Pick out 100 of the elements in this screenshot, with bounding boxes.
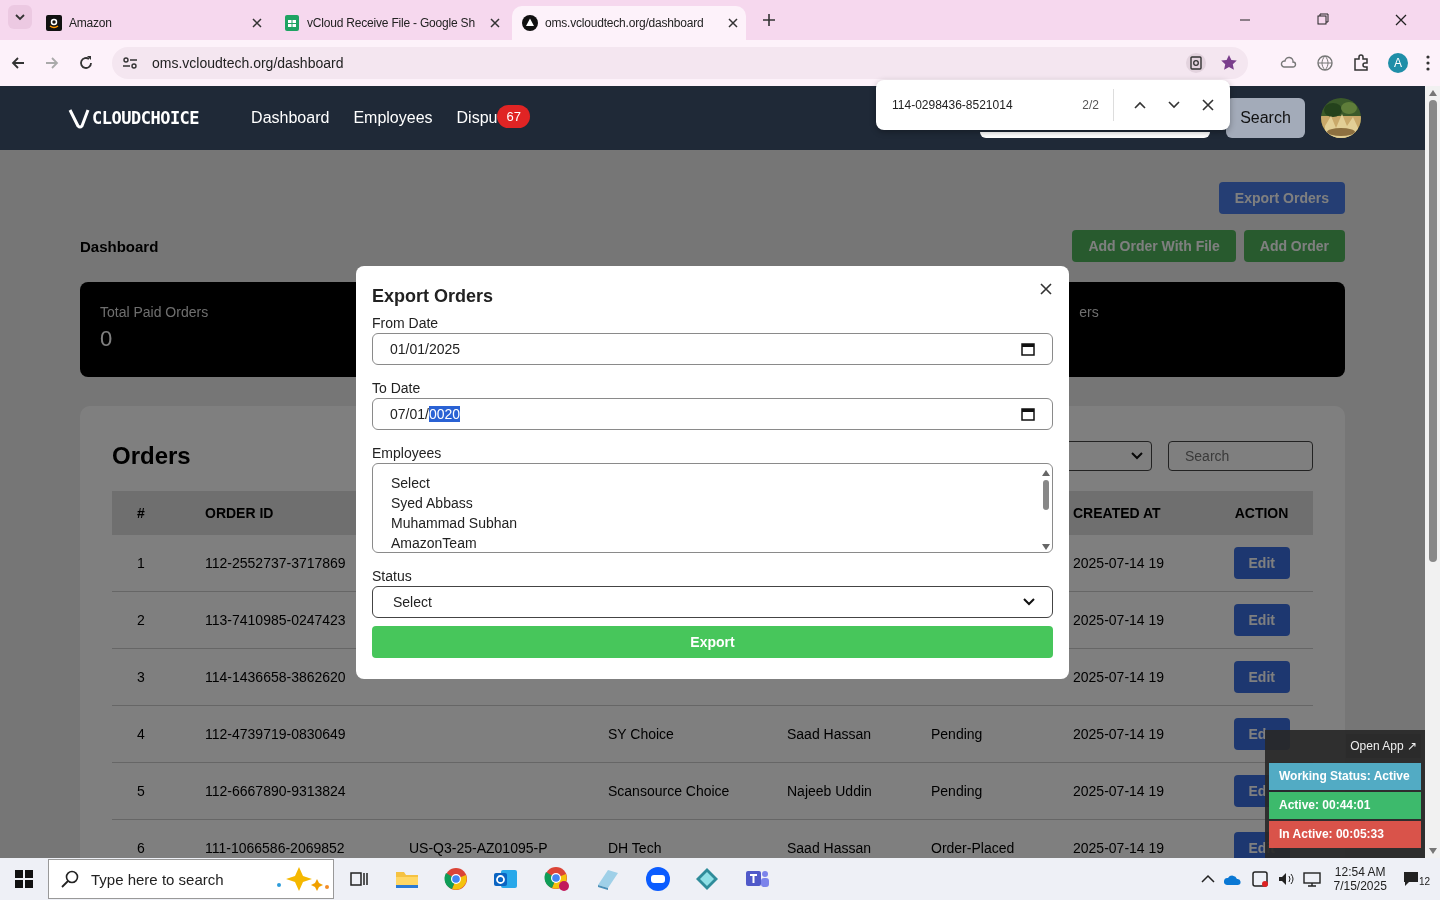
employee-list[interactable]: Select Syed Abbass Muhammad Subhan AmazonTeam: [372, 463, 1053, 553]
column-header: CREATED AT: [1073, 505, 1161, 521]
match-count: 2/2: [1082, 98, 1099, 112]
table-cell: 2: [137, 612, 145, 628]
nav-link[interactable]: Dispu: [456, 109, 498, 127]
mail-app-icon[interactable]: [493, 867, 519, 891]
table-cell: 111-1066586-2069852: [205, 840, 345, 856]
extensions-icon[interactable]: [1352, 54, 1370, 72]
table-cell: Pending: [931, 726, 983, 742]
search-button[interactable]: Search: [1226, 98, 1305, 138]
close-icon[interactable]: [728, 18, 738, 28]
table-cell: Saad Hassan: [787, 726, 872, 742]
reload-icon[interactable]: [78, 55, 94, 71]
diamond-app-icon[interactable]: [695, 867, 719, 891]
page-search-icon[interactable]: [1186, 53, 1206, 73]
list-option[interactable]: Muhammad Subhan: [391, 513, 1040, 533]
tab-list-button[interactable]: [8, 5, 32, 29]
close-icon[interactable]: [1039, 282, 1053, 296]
table-cell: Scansource Choice: [608, 783, 730, 799]
nav-link[interactable]: Dashboard: [251, 109, 330, 127]
list-option[interactable]: Syed Abbass: [391, 493, 1040, 513]
browser-tab[interactable]: oms.vcloudtech.org/dashboard: [512, 6, 746, 40]
windows-start-icon[interactable]: [15, 870, 33, 888]
browser-tab[interactable]: vCloud Receive File - Google Sh: [274, 6, 508, 40]
scroll-down-icon[interactable]: [1042, 544, 1050, 550]
search-icon: [61, 870, 79, 888]
address-bar[interactable]: oms.vcloudtech.org/dashboard: [112, 47, 1248, 79]
column-header: ORDER ID: [205, 505, 274, 521]
table-cell: 3: [137, 669, 145, 685]
next-match-icon[interactable]: [1168, 101, 1180, 109]
column-header: ACTION: [1234, 505, 1289, 521]
globe-icon[interactable]: [1316, 54, 1334, 72]
date-field[interactable]: 01/01/2025: [372, 333, 1053, 365]
status-bar: Active: 00:44:01: [1269, 792, 1421, 819]
table-cell: US-Q3-25-AZ01095-P: [409, 840, 548, 856]
close-icon[interactable]: [490, 18, 500, 28]
table-cell: 113-7410985-0247423: [205, 612, 346, 628]
find-query[interactable]: 114-0298436-8521014: [892, 98, 1083, 112]
logo-mark-icon: [68, 107, 90, 129]
field-label: From Date: [372, 314, 440, 333]
calendar-icon[interactable]: [1021, 342, 1035, 356]
table-cell: 2025-07-14 19: [1073, 555, 1165, 571]
chat-bubble-icon: [1402, 871, 1419, 887]
site-settings-icon[interactable]: [122, 55, 138, 71]
table-cell: SY Choice: [608, 726, 674, 742]
close-icon[interactable]: [1202, 99, 1214, 111]
notifications-button[interactable]: 12: [1402, 871, 1430, 887]
count-badge: 67: [497, 104, 530, 128]
table-cell: 112-4739719-0830649: [205, 726, 346, 742]
table-cell: 112-2552737-3717869: [205, 555, 346, 571]
search-field[interactable]: Search: [1168, 441, 1313, 471]
list-option[interactable]: Select: [391, 473, 1040, 493]
scroll-up-icon[interactable]: [1428, 90, 1437, 96]
table-cell: 2025-07-14 19: [1073, 840, 1165, 856]
scrollbar-thumb[interactable]: [1043, 480, 1049, 510]
spreadsheet-icon: [284, 15, 300, 31]
star-icon[interactable]: [1220, 54, 1238, 72]
calendar-icon[interactable]: [1021, 407, 1035, 421]
stat-label: ers: [1079, 304, 1099, 320]
amazon-logo-icon: [46, 15, 62, 31]
new-tab-icon[interactable]: [762, 13, 776, 27]
table-cell: 6: [137, 840, 145, 856]
table-cell: 2025-07-14 19: [1073, 726, 1165, 742]
stat-value: 0: [100, 326, 113, 352]
show-hidden-icon[interactable]: [1201, 874, 1216, 884]
scroll-up-icon[interactable]: [1042, 470, 1050, 476]
browser-tab[interactable]: Amazon: [36, 6, 270, 40]
clock-date[interactable]: 7/15/2025: [1333, 879, 1387, 893]
list-option[interactable]: AmazonTeam: [391, 533, 1040, 553]
triangle-logo-icon: [522, 15, 538, 31]
menu-icon[interactable]: [1426, 55, 1430, 71]
table-cell: 112-6667890-9313824: [205, 783, 346, 799]
nav-link[interactable]: Employees: [353, 109, 433, 127]
close-icon[interactable]: [252, 18, 262, 28]
app-icon[interactable]: [595, 867, 621, 891]
section-title: Orders: [112, 442, 191, 470]
table-cell: Saad Hassan: [787, 840, 872, 856]
back-icon[interactable]: [10, 55, 26, 71]
table-cell: 2025-07-14 19: [1073, 612, 1165, 628]
chevron-down-icon: [14, 11, 26, 23]
chevron-down-icon: [1131, 452, 1143, 460]
network-icon[interactable]: [1303, 871, 1322, 887]
speaker-icon[interactable]: [1277, 871, 1296, 887]
profile-avatar[interactable]: A: [1388, 53, 1408, 73]
table-cell: Order-Placed: [931, 840, 1015, 856]
field-label: Employees: [372, 444, 443, 463]
status-select[interactable]: Select: [372, 586, 1053, 618]
taskbar-search-field[interactable]: Type here to search: [48, 859, 334, 899]
browser-profile-icon[interactable]: [544, 866, 570, 892]
previous-match-icon[interactable]: [1134, 101, 1146, 109]
clock-time[interactable]: 12:54 AM: [1334, 865, 1386, 879]
chrome-icon[interactable]: [444, 867, 468, 891]
video-call-icon[interactable]: [646, 867, 670, 891]
modal-title: Export Orders: [372, 286, 494, 307]
scroll-down-icon[interactable]: [1428, 848, 1437, 854]
column-header: #: [137, 505, 145, 521]
security-icon[interactable]: [1251, 870, 1270, 888]
search-field[interactable]: [980, 132, 1210, 138]
table-cell: Najeeb Uddin: [787, 783, 872, 799]
stat-label: Total Paid Orders: [100, 304, 209, 320]
